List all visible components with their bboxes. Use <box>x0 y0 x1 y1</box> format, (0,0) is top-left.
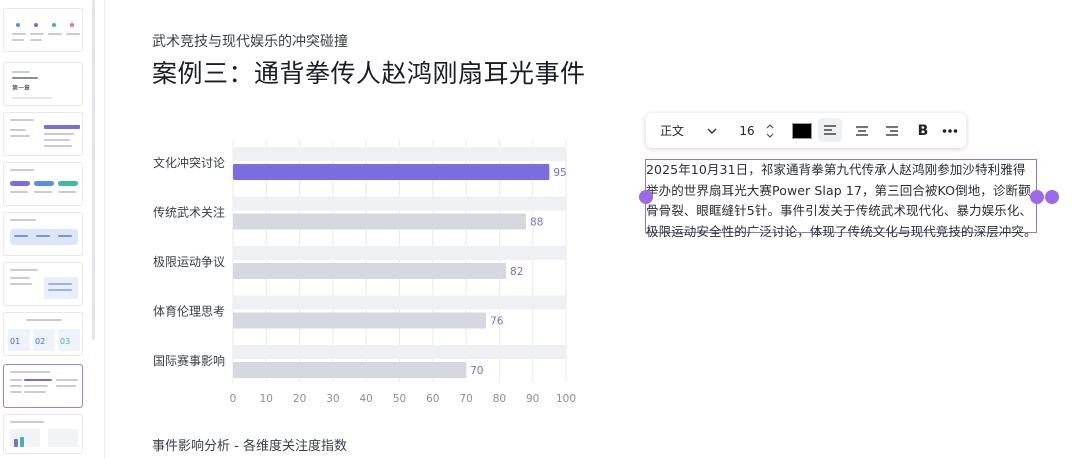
resize-handle-left[interactable] <box>639 190 653 204</box>
thumb-step-2: 02 <box>35 337 46 346</box>
text-color-button[interactable] <box>790 113 814 148</box>
category-label: 国际赛事影响 <box>153 353 225 368</box>
thumb-step-1: 01 <box>10 337 21 346</box>
category-label: 传统武术关注 <box>153 205 225 220</box>
slide-thumbnail-2[interactable]: 第一章 <box>3 62 83 106</box>
x-tick-label: 0 <box>230 393 237 405</box>
slide-thumbnail-3[interactable] <box>3 112 83 156</box>
bar-value-label: 76 <box>490 316 504 328</box>
chart-caption: 事件影响分析 - 各维度关注度指数 <box>152 439 347 454</box>
slide-thumbnail-9[interactable] <box>3 414 83 454</box>
rail-scrollbar[interactable] <box>92 0 95 340</box>
x-tick-label: 20 <box>293 393 306 405</box>
align-center-button[interactable] <box>850 113 874 148</box>
thumb-dot-icon <box>16 23 20 27</box>
category-label: 文化冲突讨论 <box>153 155 225 170</box>
align-right-icon <box>886 125 898 136</box>
font-size-field[interactable]: 16 <box>734 113 760 148</box>
slide-thumbnail-8-active[interactable] <box>3 364 83 408</box>
slide-title: 案例三：通背拳传人赵鸿刚扇耳光事件 <box>152 59 586 88</box>
align-left-icon <box>824 125 836 135</box>
paragraph-style-label: 正文 <box>659 124 684 138</box>
slide-thumbnail-6[interactable] <box>3 262 83 306</box>
category-label: 体育伦理思考 <box>153 304 225 319</box>
thumb-dot-icon <box>52 23 56 27</box>
align-right-button[interactable] <box>880 113 904 148</box>
selected-text-box[interactable]: 2025年10月31日，祁家通背拳第九代传承人赵鸿刚参加沙特利雅得举办的世界扇耳… <box>645 159 1037 239</box>
thumb-heading: 第一章 <box>12 85 31 92</box>
bold-button[interactable]: B <box>912 113 934 148</box>
thumb-step-3: 03 <box>60 337 71 346</box>
category-label: 极限运动争议 <box>153 255 225 269</box>
x-tick-label: 10 <box>260 393 273 405</box>
bar-2 <box>233 263 507 279</box>
bar-track <box>233 295 566 310</box>
thumb-dot-icon <box>34 23 38 27</box>
align-center-icon <box>856 125 868 136</box>
bar-value-label: 95 <box>553 167 566 179</box>
bar-0 <box>233 164 550 180</box>
font-size-value: 16 <box>739 123 755 138</box>
resize-handle-right[interactable] <box>1030 190 1044 204</box>
bold-label: B <box>917 122 929 139</box>
align-left-button[interactable] <box>818 118 842 142</box>
x-tick-label: 40 <box>360 393 373 405</box>
slide-thumbnail-5[interactable] <box>3 212 83 256</box>
x-tick-label: 50 <box>393 393 406 405</box>
paragraph-style-dropdown[interactable] <box>702 113 722 148</box>
stepper-icon <box>766 123 774 138</box>
bar-track <box>233 147 566 161</box>
rotate-handle[interactable] <box>1045 190 1059 204</box>
x-tick-label: 60 <box>426 393 439 405</box>
bar-value-label: 88 <box>530 217 543 229</box>
text-box-content[interactable]: 2025年10月31日，祁家通背拳第九代传承人赵鸿刚参加沙特利雅得举办的世界扇耳… <box>646 160 1038 242</box>
bar-track <box>233 345 566 359</box>
bar-value-label: 82 <box>510 266 523 278</box>
text-color-swatch <box>792 122 812 139</box>
paragraph-style-select[interactable]: 正文 <box>656 113 688 148</box>
more-options-button[interactable] <box>938 113 962 148</box>
x-tick-label: 90 <box>526 393 539 405</box>
slide-thumbnail-4[interactable] <box>3 162 83 206</box>
bar-1 <box>233 213 527 230</box>
x-tick-label: 30 <box>326 393 339 405</box>
slide-subtitle: 武术竞技与现代娱乐的冲突碰撞 <box>152 34 348 50</box>
chart-x-ticks: 0 10 20 30 40 50 60 70 80 90 100 <box>230 393 576 405</box>
thumb-dot-icon <box>70 23 74 27</box>
slide-thumbnail-1[interactable] <box>3 8 83 52</box>
bar-value-label: 70 <box>470 365 483 377</box>
slide-thumbnail-rail: 第一章 01 02 03 <box>0 0 105 459</box>
chevron-down-icon <box>707 128 717 134</box>
font-size-stepper[interactable] <box>764 113 776 148</box>
x-tick-label: 100 <box>556 393 576 405</box>
x-tick-label: 80 <box>493 393 506 405</box>
bar-3 <box>233 312 487 329</box>
x-tick-label: 70 <box>459 393 472 405</box>
text-format-toolbar: 正文 16 B <box>646 113 966 148</box>
more-icon <box>942 128 958 133</box>
bar-track <box>233 246 566 260</box>
slide-thumbnail-7[interactable]: 01 02 03 <box>3 312 83 356</box>
bar-track <box>233 196 566 211</box>
attention-bar-chart[interactable]: 95 文化冲突讨论 88 传统武术关注 82 极限运动争议 76 体育伦理思考 70 国际赛事影响… <box>140 130 590 415</box>
bar-4 <box>233 362 467 378</box>
